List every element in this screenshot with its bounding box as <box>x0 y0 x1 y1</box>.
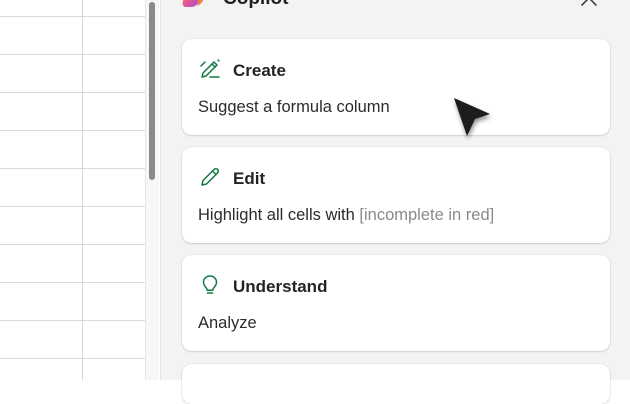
prompt-card-understand[interactable]: Understand Analyze <box>182 255 610 351</box>
close-icon[interactable] <box>577 0 601 10</box>
pane-title: Copilot <box>223 0 288 10</box>
copilot-logo-icon <box>182 0 206 8</box>
spreadsheet-grid[interactable] <box>0 0 145 380</box>
card-title: Create <box>233 61 286 80</box>
card-description: Suggest a formula column <box>198 98 390 117</box>
prompt-card-partial <box>182 364 610 404</box>
row-line <box>0 282 145 283</box>
row-line <box>0 358 145 359</box>
card-description-text: Analyze <box>198 314 257 332</box>
card-description-text: Highlight all cells with <box>198 206 360 224</box>
row-line <box>0 130 145 131</box>
row-line <box>0 54 145 55</box>
row-line <box>0 168 145 169</box>
card-description-placeholder: [incomplete in red] <box>359 206 495 224</box>
pen-sparkle-icon <box>198 57 222 81</box>
card-description: Analyze <box>198 314 257 333</box>
pencil-icon <box>198 165 222 189</box>
scrollbar-thumb[interactable] <box>149 2 155 180</box>
prompt-card-edit[interactable]: Edit Highlight all cells with [incomplet… <box>182 147 610 243</box>
row-line <box>0 206 145 207</box>
card-description: Highlight all cells with [incomplete in … <box>198 206 494 225</box>
row-line <box>0 320 145 321</box>
row-line <box>0 244 145 245</box>
row-line <box>0 16 145 17</box>
card-title: Understand <box>233 277 328 296</box>
vertical-scrollbar[interactable] <box>145 0 159 380</box>
lightbulb-icon <box>198 273 222 297</box>
prompt-card-create[interactable]: Create Suggest a formula column <box>182 39 610 135</box>
card-title: Edit <box>233 169 266 188</box>
pane-header: Copilot <box>161 0 630 14</box>
row-line <box>0 92 145 93</box>
copilot-pane: Copilot Create Suggest a formula column <box>160 0 630 404</box>
card-description-text: Suggest a formula column <box>198 98 390 116</box>
column-divider <box>82 0 83 380</box>
